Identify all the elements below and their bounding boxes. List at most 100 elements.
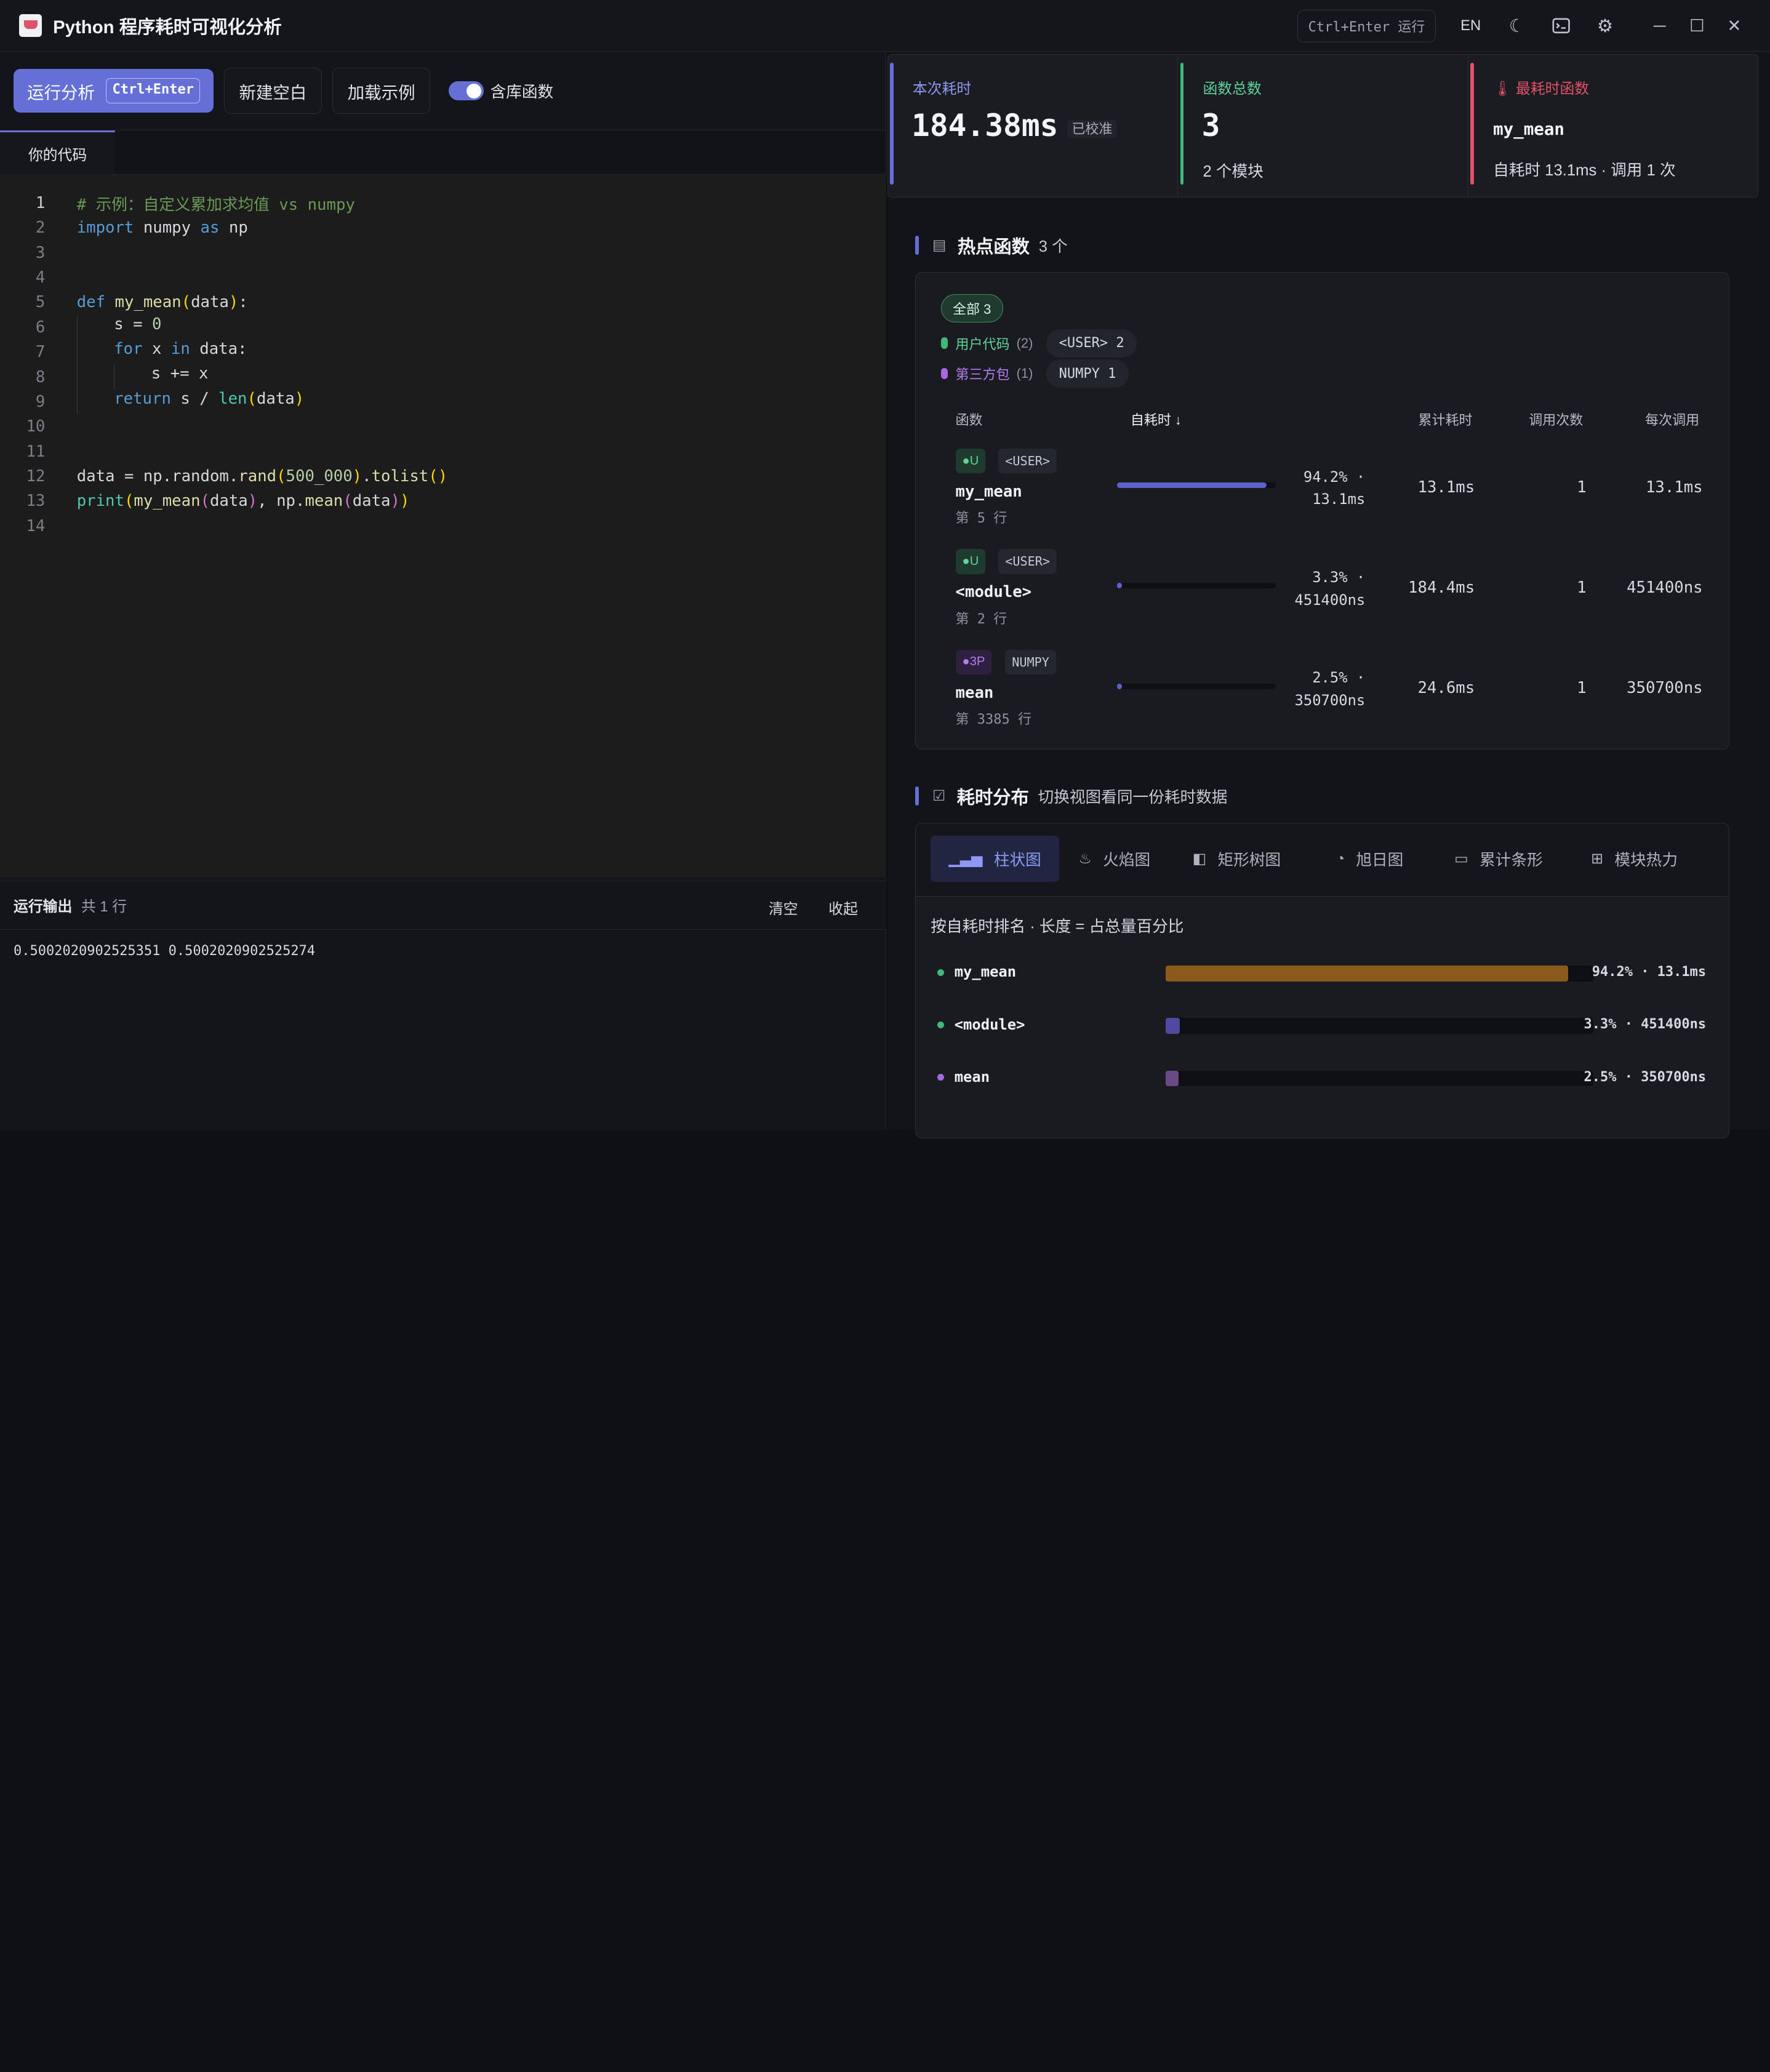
col-header-function[interactable]: 函数: [956, 409, 983, 429]
numpy-module-chip[interactable]: NUMPY 1: [1046, 359, 1129, 388]
col-header-self-time[interactable]: 自耗时 ↓: [1131, 409, 1182, 429]
code-lines: 1 # 示例：自定义累加求均值 vs numpy 2 import numpy as …: [0, 190, 886, 538]
code-line[interactable]: 14: [0, 513, 886, 538]
collapse-output-button[interactable]: 收起: [828, 897, 858, 918]
distribution-bar-row[interactable]: mean 2.5% · 350700ns: [916, 1067, 1728, 1090]
stat-funcs-value: 3: [1201, 108, 1220, 144]
clear-output-button[interactable]: 清空: [769, 897, 798, 918]
editor-toolbar: 运行分析 Ctrl+Enter 新建空白 加载示例 含库函数: [0, 52, 886, 130]
filter-third-party[interactable]: 第三方包 (1) NUMPY 1: [940, 359, 1129, 388]
code-line[interactable]: 10: [0, 414, 886, 439]
flame-icon: ♨: [1078, 850, 1092, 868]
function-line: 第 2 行: [955, 611, 1007, 627]
code-editor[interactable]: 1 # 示例：自定义累加求均值 vs numpy 2 import numpy as …: [0, 175, 886, 877]
line-number: 12: [26, 466, 46, 486]
distribution-bar-row[interactable]: <module> 3.3% · 451400ns: [916, 1015, 1728, 1038]
per-call-time: 451400ns: [1627, 578, 1703, 597]
hot-function-row[interactable]: ● 3P NUMPY mean 第 3385 行 2.5% · 350700ns 24.6m…: [916, 641, 1729, 741]
hot-function-row[interactable]: ● U <USER> <module> 第 2 行 3.3% · 451400ns 184.…: [916, 540, 1729, 641]
hot-function-row[interactable]: ● U <USER> my_mean 第 5 行 94.2% · 13.1ms 13.1ms…: [916, 439, 1729, 540]
code-line[interactable]: 3: [0, 241, 886, 265]
section-marker: [915, 786, 919, 806]
call-count: 1: [1577, 679, 1587, 698]
stat-accent-bar: [890, 62, 894, 185]
tab-label: 旭日图: [1356, 852, 1404, 870]
load-example-button[interactable]: 加载示例: [332, 68, 431, 114]
hot-functions-card: 全部 3 用户代码 (2) <USER> 2 第三方包 (1) NUMPY 1 …: [915, 271, 1729, 750]
tab-cumulative-bars[interactable]: ▭ 累计条形: [1436, 836, 1561, 882]
user-module-chip[interactable]: <USER> 2: [1046, 329, 1137, 358]
function-name: <module>: [955, 583, 1032, 602]
module-tag: <USER>: [998, 449, 1057, 474]
tab-treemap[interactable]: ◧ 矩形树图: [1174, 836, 1299, 882]
code-line[interactable]: 5 def my_mean(data):: [0, 290, 886, 314]
terminal-icon[interactable]: [1540, 9, 1581, 43]
code-line[interactable]: 12 data = np.random.rand(500_000).tolist(…: [0, 464, 886, 489]
code-line[interactable]: 7 for x in data:: [0, 339, 886, 365]
line-number: 11: [26, 442, 46, 461]
tab-flame-graph[interactable]: ♨ 火焰图: [1060, 836, 1168, 882]
call-count: 1: [1577, 578, 1587, 597]
line-number: 14: [26, 516, 46, 535]
treemap-icon: ◧: [1192, 850, 1207, 868]
tab-bar-chart[interactable]: ▁▃▅ 柱状图: [931, 836, 1060, 882]
output-title: 运行输出: [14, 898, 73, 916]
code-line[interactable]: 11: [0, 439, 886, 463]
title-bar: Python 程序耗时可视化分析 Ctrl+Enter 运行 EN ☾ ⚙ ─ …: [0, 0, 1770, 52]
close-icon[interactable]: ✕: [1716, 9, 1753, 43]
code-line[interactable]: 1 # 示例：自定义累加求均值 vs numpy: [0, 190, 886, 216]
self-time-text: 94.2% · 13.1ms: [1277, 466, 1365, 511]
filter-user-code[interactable]: 用户代码 (2) <USER> 2: [940, 329, 1137, 358]
code-line[interactable]: 2 import numpy as np: [0, 215, 886, 240]
code-text: s += x: [76, 364, 208, 390]
col-header-per-call[interactable]: 每次调用: [1645, 409, 1699, 429]
dist-title: 耗时分布: [956, 787, 1029, 808]
tab-your-code[interactable]: 你的代码: [0, 130, 115, 175]
self-time: 451400ns: [1294, 591, 1366, 609]
stat-slowest-function: 🌡︎ 最耗时函数 my_mean 自耗时 13.1ms · 调用 1 次: [1468, 55, 1758, 197]
slowest-name: my_mean: [1493, 119, 1564, 139]
module-tag: NUMPY: [1005, 649, 1056, 674]
stats-cards: 本次耗时 184.38ms 已校准 函数总数 3 2 个模块 🌡︎ 最耗时函数 m…: [887, 54, 1759, 198]
code-line[interactable]: 13 print(my_mean(data), np.mean(data)): [0, 489, 886, 513]
cumulative-time: 13.1ms: [1417, 478, 1475, 497]
filter-all-pill[interactable]: 全部 3: [940, 294, 1003, 322]
bar-value: 94.2% · 13.1ms: [1592, 964, 1707, 980]
tab-module-heat[interactable]: ⊞ 模块热力: [1573, 836, 1696, 882]
toggle-switch[interactable]: [448, 81, 484, 101]
stat-funcs-label: 函数总数: [1203, 80, 1262, 97]
app-title: Python 程序耗时可视化分析: [53, 17, 282, 38]
third-dot: [940, 367, 948, 380]
category-dot: [937, 1021, 945, 1028]
code-text: for x in data:: [76, 339, 247, 365]
dist-subtitle: 切换视图看同一份耗时数据: [1038, 789, 1228, 807]
gear-icon[interactable]: ⚙: [1585, 9, 1625, 43]
minimize-icon[interactable]: ─: [1641, 9, 1679, 43]
code-line[interactable]: 6 s = 0: [0, 314, 886, 340]
tab-sunburst[interactable]: ◔ 旭日图: [1318, 836, 1421, 882]
distribution-bar-row[interactable]: my_mean 94.2% · 13.1ms: [916, 962, 1728, 985]
self-time-text: 3.3% · 451400ns: [1277, 566, 1366, 611]
line-number: 6: [35, 318, 46, 337]
col-header-cumulative[interactable]: 累计耗时: [1418, 409, 1472, 429]
language-toggle[interactable]: EN: [1460, 17, 1481, 34]
bar-value: 2.5% · 350700ns: [1584, 1069, 1707, 1085]
maximize-icon[interactable]: ☐: [1678, 9, 1716, 43]
moon-icon[interactable]: ☾: [1497, 9, 1537, 43]
third-count: (1): [1016, 366, 1033, 382]
code-line[interactable]: 9 return s / len(data): [0, 389, 886, 415]
self-time-bar-track: [1116, 583, 1276, 589]
run-analysis-button[interactable]: 运行分析 Ctrl+Enter: [14, 68, 214, 113]
distribution-card: ▁▃▅ 柱状图 ♨ 火焰图 ◧ 矩形树图 ◔ 旭日图 ▭ 累计条形 ⊞ 模块热力 按自耗时排…: [915, 822, 1729, 1139]
line-number: 10: [26, 417, 46, 436]
code-line[interactable]: 8 s += x: [0, 364, 886, 390]
col-header-calls[interactable]: 调用次数: [1529, 409, 1583, 429]
include-library-toggle[interactable]: 含库函数: [448, 79, 553, 102]
code-line[interactable]: 4: [0, 265, 886, 290]
tab-label: 柱状图: [993, 852, 1041, 870]
stat-function-count: 函数总数 3 2 个模块: [1178, 55, 1468, 197]
new-blank-button[interactable]: 新建空白: [223, 68, 322, 114]
thermometer-icon: 🌡︎: [1493, 80, 1512, 97]
bar-fill: [1165, 966, 1569, 982]
per-call-time: 350700ns: [1627, 679, 1703, 698]
